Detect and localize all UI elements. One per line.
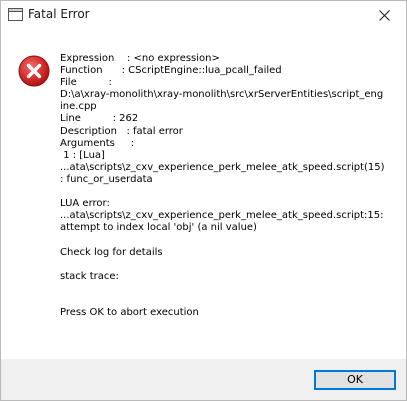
message-line: Function : CScriptEngine::lua_pcall_fail… bbox=[60, 65, 282, 77]
message-line: Press OK to abort execution bbox=[60, 306, 199, 318]
message-line: D:\a\xray-monolith\xray-monolith\src\xrS… bbox=[60, 89, 384, 113]
close-button[interactable] bbox=[362, 1, 406, 30]
message-line: ...ata\scripts\z_cxv_experience_perk_mel… bbox=[60, 210, 387, 234]
message-line: Description : fatal error bbox=[60, 125, 183, 137]
message-line: LUA error: bbox=[60, 198, 110, 210]
dialog-body: Expression : <no expression> Function : … bbox=[1, 30, 406, 359]
message-line bbox=[60, 259, 385, 271]
message-line: stack trace: bbox=[60, 270, 119, 282]
ok-button[interactable]: OK bbox=[314, 370, 396, 390]
message-line: ...ata\scripts\z_cxv_experience_perk_mel… bbox=[60, 161, 388, 185]
message-line: File : bbox=[60, 77, 112, 89]
window-title: Fatal Error bbox=[28, 7, 90, 21]
message-line bbox=[60, 186, 385, 198]
message-line: Expression : <no expression> bbox=[60, 53, 220, 64]
error-message: Expression : <no expression> Function : … bbox=[60, 53, 385, 319]
message-line: 1 : [Lua] bbox=[60, 149, 105, 161]
title-bar: Fatal Error bbox=[1, 1, 406, 30]
close-icon bbox=[378, 10, 390, 21]
message-line bbox=[60, 234, 385, 246]
fatal-error-dialog: Fatal Error Expression : <no expression>… bbox=[0, 0, 407, 401]
window-app-icon bbox=[8, 8, 23, 21]
error-icon bbox=[18, 55, 50, 87]
button-bar: OK bbox=[1, 359, 406, 400]
message-line bbox=[60, 295, 385, 307]
message-line: Arguments : bbox=[60, 137, 135, 149]
message-line: Check log for details bbox=[60, 246, 163, 258]
message-line bbox=[60, 283, 385, 295]
message-line: Line : 262 bbox=[60, 113, 139, 125]
